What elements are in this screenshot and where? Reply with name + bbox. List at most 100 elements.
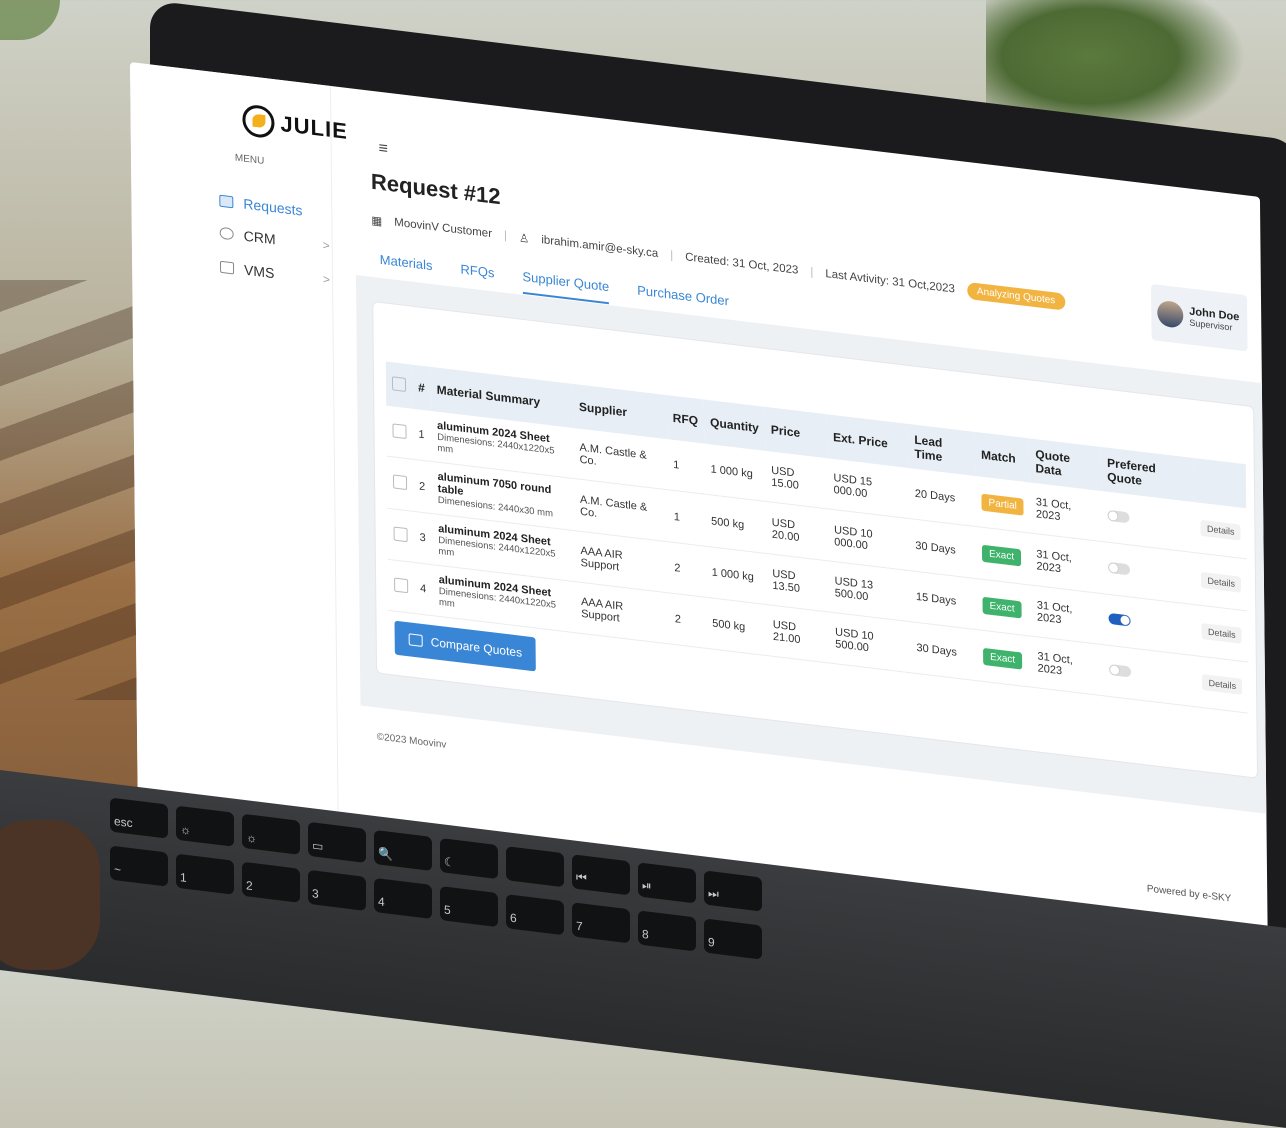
rfq-cell: 2 xyxy=(668,541,706,598)
lead-time-cell: 30 Days xyxy=(909,518,977,579)
key: 5 xyxy=(440,886,498,928)
lead-time-cell: 20 Days xyxy=(908,467,976,527)
tab-rfqs[interactable]: RFQs xyxy=(460,261,494,290)
crm-icon xyxy=(219,226,234,241)
sidebar: JULIE MENU Requests CRM > VMS > xyxy=(130,62,348,837)
preferred-quote-toggle[interactable] xyxy=(1107,509,1130,524)
key: ⏭ xyxy=(704,870,762,912)
row-checkbox[interactable] xyxy=(387,508,414,563)
key: ☼ xyxy=(176,805,234,847)
column-header: # xyxy=(411,364,431,411)
sidebar-item-label: CRM xyxy=(243,227,276,248)
price-cell: USD 13.50 xyxy=(766,553,829,612)
match-badge: Exact xyxy=(981,544,1022,567)
key: 2 xyxy=(242,861,300,903)
quantity-cell: 1 000 kg xyxy=(705,546,767,605)
key: 9 xyxy=(704,918,762,960)
user-icon: ♙ xyxy=(518,231,530,246)
last-activity: Last Avtivity: 31 Oct,2023 xyxy=(825,267,955,296)
sidebar-item-label: VMS xyxy=(243,261,275,282)
avatar xyxy=(1157,299,1184,329)
compare-quotes-label: Compare Quotes xyxy=(430,634,523,660)
key: esc xyxy=(110,797,168,839)
lead-time-cell: 15 Days xyxy=(909,570,977,630)
key: 7 xyxy=(572,902,630,944)
chevron-right-icon: > xyxy=(322,272,331,287)
details-button[interactable]: Details xyxy=(1201,623,1242,644)
select-all-checkbox[interactable] xyxy=(385,361,413,409)
quantity-cell: 500 kg xyxy=(704,494,767,554)
rfq-cell: 1 xyxy=(667,489,706,547)
match-badge: Exact xyxy=(982,596,1022,618)
rfq-cell: 1 xyxy=(666,439,705,495)
key: 6 xyxy=(506,894,564,936)
sidebar-item-label: Requests xyxy=(243,195,303,219)
details-button[interactable]: Details xyxy=(1200,519,1241,541)
row-number: 4 xyxy=(413,562,434,616)
key: 3 xyxy=(308,869,366,911)
key: ▭ xyxy=(308,821,366,863)
key: 4 xyxy=(374,877,432,920)
user-hand xyxy=(0,820,100,970)
quantity-cell: 1 000 kg xyxy=(704,443,766,502)
footer-copyright: ©2023 Moovinv xyxy=(376,731,447,751)
menu-label: MENU xyxy=(234,152,265,168)
quote-date-cell: 31 Oct, 2023 xyxy=(1031,636,1104,696)
quote-date-cell: 31 Oct, 2023 xyxy=(1029,482,1102,542)
vms-icon xyxy=(219,260,235,275)
match-badge: Partial xyxy=(981,493,1024,516)
key: 🔍 xyxy=(374,829,432,872)
quantity-cell: 500 kg xyxy=(705,597,768,656)
created-date: Created: 31 Oct, 2023 xyxy=(685,250,799,277)
row-checkbox[interactable] xyxy=(386,456,414,512)
ext-price-cell: USD 10 500.00 xyxy=(828,611,911,673)
preferred-quote-toggle[interactable] xyxy=(1108,612,1131,627)
divider: | xyxy=(503,229,508,242)
building-icon: ▦ xyxy=(371,214,383,228)
scale-icon xyxy=(408,633,423,647)
row-checkbox[interactable] xyxy=(386,405,413,460)
row-checkbox[interactable] xyxy=(387,559,415,614)
price-cell: USD 20.00 xyxy=(765,501,829,561)
rfq-cell: 2 xyxy=(668,592,707,649)
key: 1 xyxy=(176,853,234,895)
key: ⏯ xyxy=(638,862,696,904)
compare-quotes-button[interactable]: Compare Quotes xyxy=(394,620,537,672)
key: ~ xyxy=(110,845,168,887)
page-title: Request #12 xyxy=(370,168,501,210)
row-number: 1 xyxy=(412,408,432,462)
match-badge: Exact xyxy=(983,647,1023,670)
preferred-quote-toggle[interactable] xyxy=(1108,561,1131,575)
customer-name: MoovinV Customer xyxy=(394,216,493,240)
requests-icon xyxy=(219,194,234,209)
customer-email: ibrahim.amir@e-sky.ca xyxy=(541,233,659,260)
key: 8 xyxy=(638,910,696,952)
background-plant-left xyxy=(0,0,60,40)
price-cell: USD 21.00 xyxy=(766,604,830,664)
julie-logo-icon xyxy=(242,103,275,140)
column-header: Quantity xyxy=(703,399,766,451)
column-header: RFQ xyxy=(666,395,705,444)
divider: | xyxy=(670,249,674,262)
details-button[interactable]: Details xyxy=(1201,571,1242,593)
user-profile[interactable]: John Doe Supervisor xyxy=(1150,283,1248,352)
key xyxy=(506,846,564,888)
supplier-cell: AAA AIR Support xyxy=(574,581,670,644)
preferred-quote-toggle[interactable] xyxy=(1109,663,1132,678)
sidebar-item-requests[interactable]: Requests xyxy=(219,193,329,222)
row-number: 2 xyxy=(412,459,433,514)
hamburger-menu-icon[interactable]: ≡ xyxy=(378,140,388,159)
column-header: Match xyxy=(974,431,1030,483)
main-content: ≡ Request #12 ▦ MoovinV Customer | ♙ ibr… xyxy=(330,86,1268,948)
divider: | xyxy=(810,265,814,279)
sidebar-item-vms[interactable]: VMS > xyxy=(219,259,331,288)
sidebar-item-crm[interactable]: CRM > xyxy=(219,225,330,254)
key: ⏮ xyxy=(572,854,630,896)
quote-date-cell: 31 Oct, 2023 xyxy=(1030,585,1104,645)
row-number: 3 xyxy=(413,511,433,565)
footer-powered-by: Powered by e-SKY xyxy=(1146,883,1232,905)
lead-time-cell: 30 Days xyxy=(910,621,978,681)
quote-date-cell: 31 Oct, 2023 xyxy=(1030,533,1103,594)
details-button[interactable]: Details xyxy=(1202,674,1243,695)
key: ☼ xyxy=(242,813,300,855)
